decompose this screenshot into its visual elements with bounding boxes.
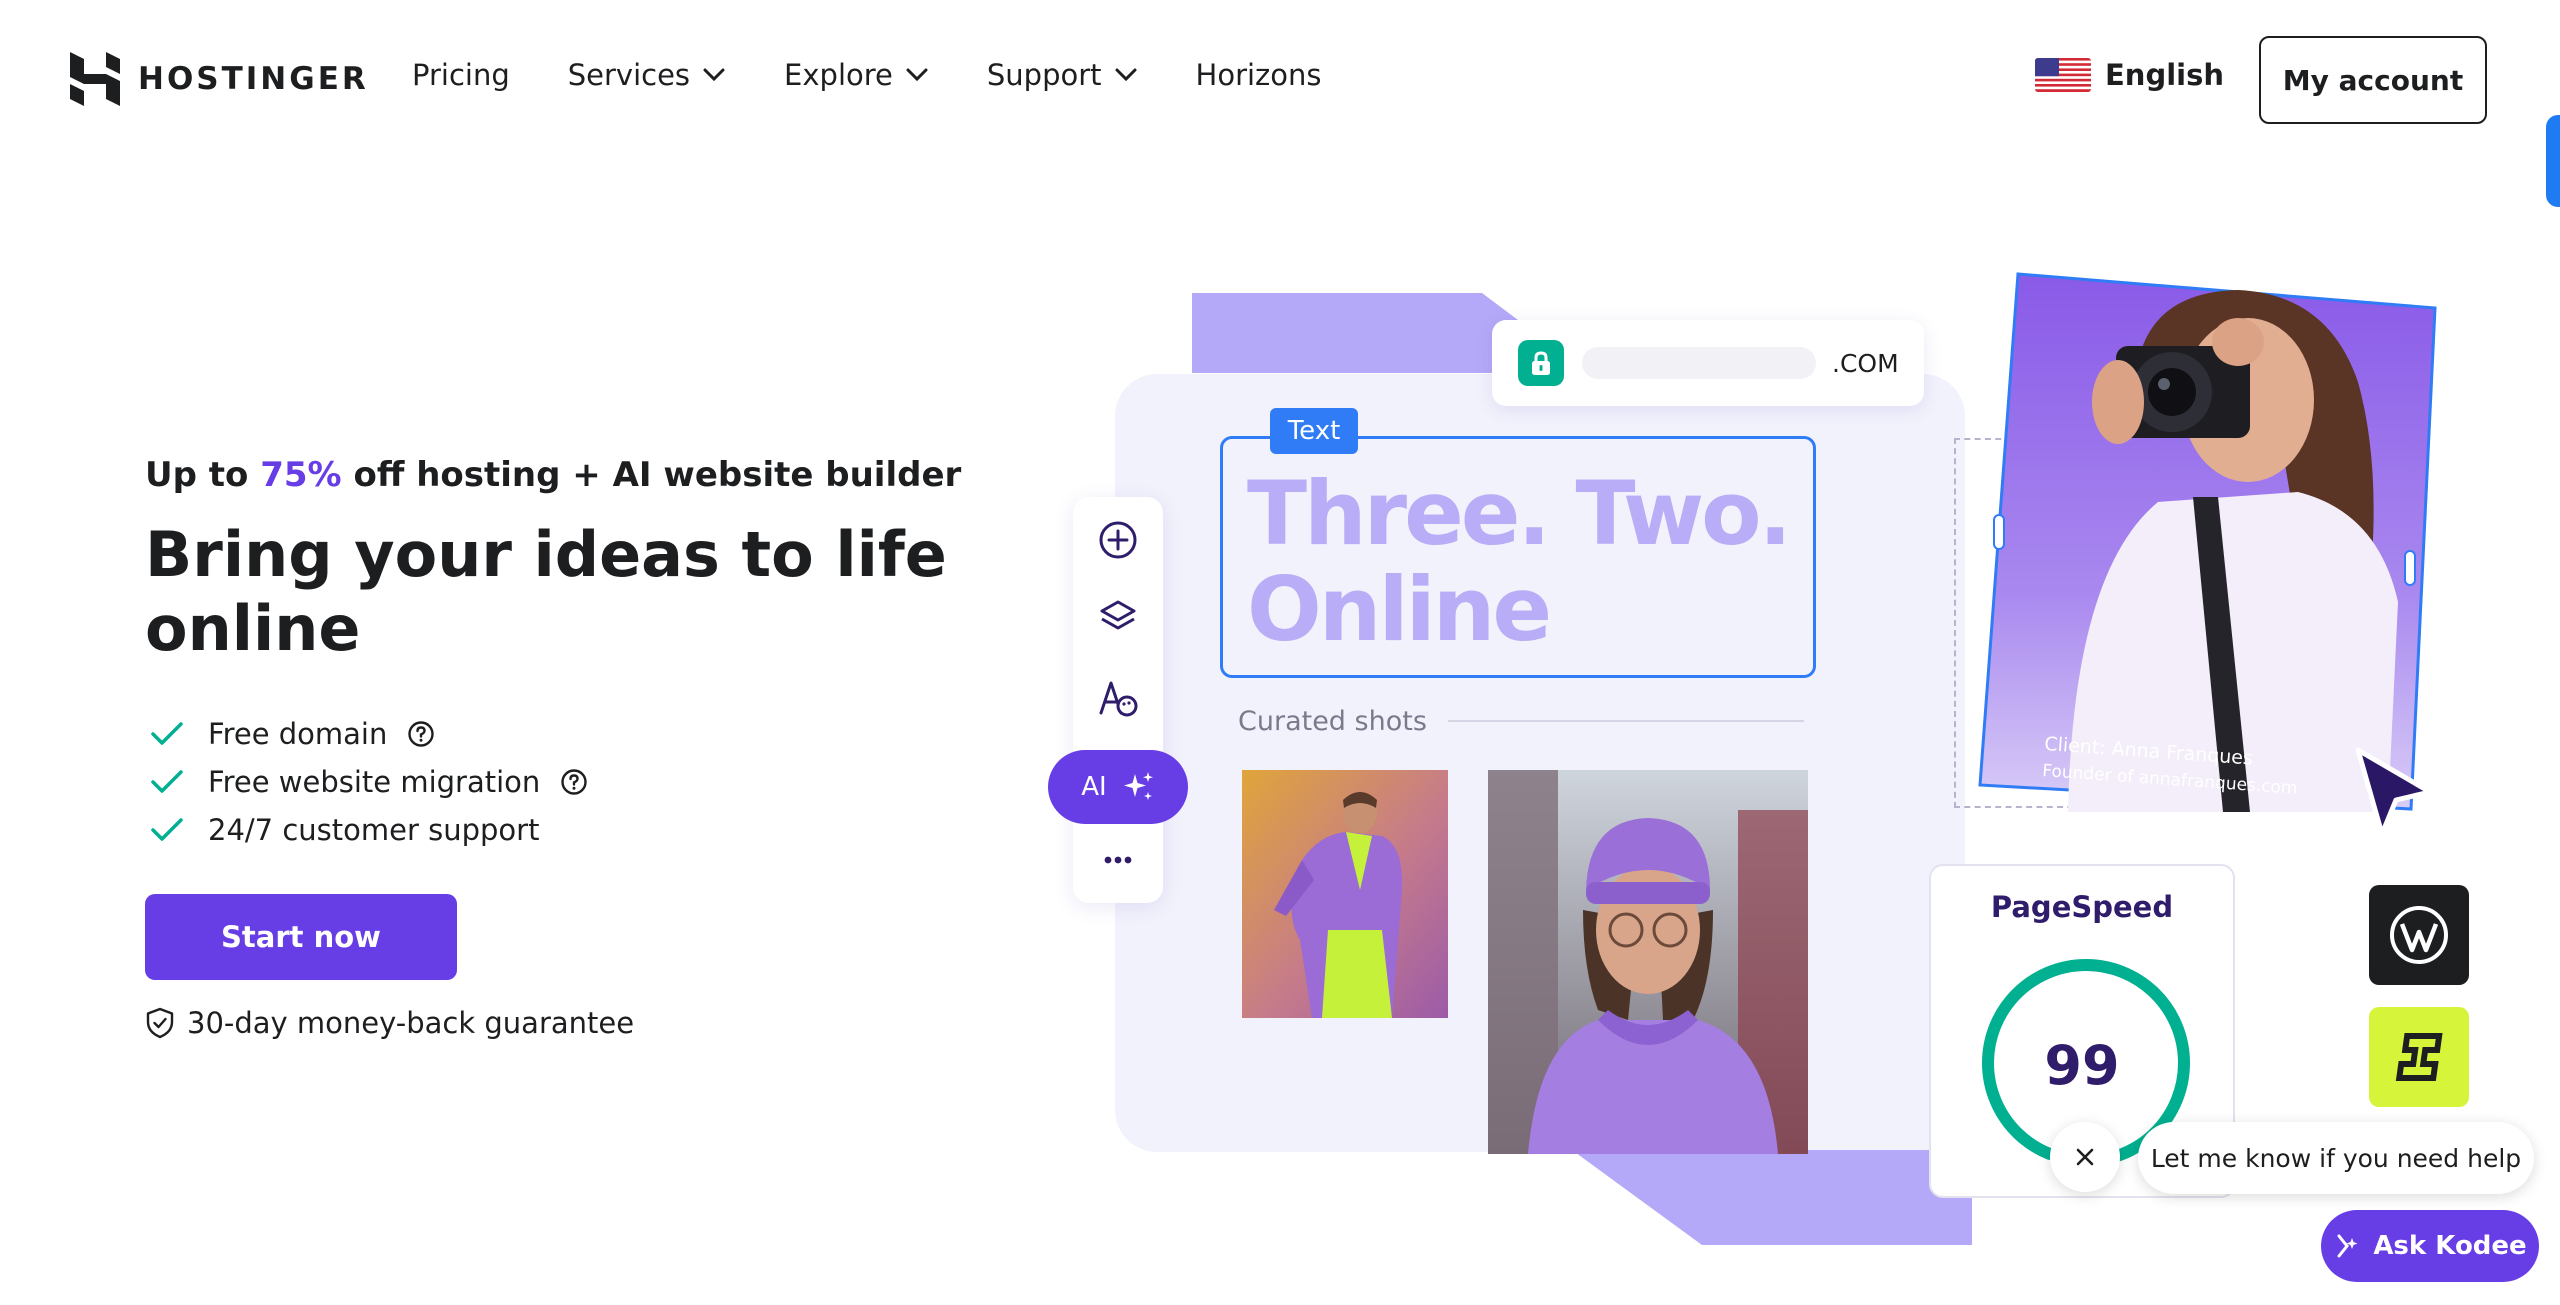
us-flag-icon (2035, 58, 2091, 92)
start-now-button[interactable]: Start now (145, 894, 457, 980)
nav-horizons[interactable]: Horizons (1196, 58, 1322, 92)
feature-item: Free website migration (150, 758, 588, 806)
nav-explore-label: Explore (784, 58, 893, 92)
close-chat-icon[interactable] (2050, 1122, 2120, 1192)
promo-suffix: off hosting + AI website builder (341, 455, 962, 495)
brand-name: HOSTINGER (138, 61, 369, 97)
site-header: HOSTINGER Pricing Services Explore Suppo… (0, 0, 2560, 160)
resize-handle[interactable] (2404, 550, 2416, 586)
font-palette-icon[interactable] (1097, 677, 1139, 719)
horizons-logo-icon (2369, 1007, 2469, 1107)
nav-horizons-label: Horizons (1195, 58, 1322, 92)
ask-kodee-label: Ask Kodee (2373, 1231, 2527, 1261)
divider (1448, 720, 1804, 722)
pagespeed-title: PageSpeed (1990, 890, 2174, 924)
nav-support-label: Support (986, 58, 1102, 92)
domain-url-bar: .COM (1492, 320, 1924, 406)
feature-label: Free domain (208, 717, 388, 751)
url-placeholder-field (1582, 347, 1816, 379)
headline-line-2: Online (1247, 558, 1552, 661)
promo-discount: 75% (260, 455, 342, 495)
hostinger-logo-icon (70, 52, 120, 106)
feature-item: Free domain (150, 710, 588, 758)
nav-support[interactable]: Support (987, 58, 1138, 92)
ai-label: AI (1081, 772, 1107, 802)
nav-services[interactable]: Services (568, 58, 726, 92)
help-circle-icon[interactable] (560, 768, 588, 796)
text-element-tag: Text (1270, 408, 1358, 454)
feature-label: 24/7 customer support (208, 813, 540, 847)
kodee-sparkle-icon (2337, 1234, 2358, 1258)
fashion-photo-2 (1488, 770, 1808, 1154)
language-label: English (2105, 58, 2225, 92)
wordpress-logo-icon (2369, 885, 2469, 985)
chat-message-bubble[interactable]: Let me know if you need help (2138, 1122, 2534, 1194)
client-photo-card: Client: Anna Franques Founder of annafra… (1978, 272, 2438, 812)
feature-label: Free website migration (208, 765, 541, 799)
chevron-down-icon (703, 68, 725, 82)
domain-tld: .COM (1832, 348, 1899, 378)
ai-button[interactable]: AI (1048, 750, 1188, 824)
lock-icon (1518, 340, 1564, 386)
nav-pricing-label: Pricing (412, 58, 510, 92)
promo-prefix: Up to (145, 455, 261, 495)
help-circle-icon[interactable] (407, 720, 435, 748)
curated-shots-label: Curated shots (1238, 706, 1427, 737)
main-nav: Pricing Services Explore Support Horizon… (412, 58, 1380, 92)
nav-pricing[interactable]: Pricing (412, 58, 510, 92)
check-icon (151, 770, 183, 793)
layers-icon[interactable] (1097, 597, 1139, 639)
headline-line-1: Three. Two. (1247, 462, 1792, 565)
nav-services-label: Services (567, 58, 691, 92)
shield-check-icon (146, 1007, 174, 1039)
nav-explore[interactable]: Explore (784, 58, 929, 92)
builder-toolbar (1073, 497, 1163, 903)
my-account-button[interactable]: My account (2259, 36, 2487, 124)
hostinger-logo[interactable]: HOSTINGER (70, 52, 369, 106)
chevron-down-icon (906, 68, 928, 82)
feature-item: 24/7 customer support (150, 806, 588, 854)
check-icon (151, 722, 183, 745)
feature-list: Free domain Free website migration 24/7 … (150, 710, 588, 854)
cursor-pointer-icon (2355, 747, 2433, 837)
pagespeed-score: 99 (2044, 1034, 2120, 1097)
plus-circle-icon[interactable] (1097, 519, 1139, 561)
guarantee-label: 30-day money-back guarantee (187, 1006, 635, 1040)
decorative-shape (1572, 1150, 1972, 1245)
promo-text: Up to 75% off hosting + AI website build… (145, 455, 961, 495)
more-options-icon[interactable] (1097, 839, 1139, 881)
fashion-photo-1 (1242, 770, 1448, 1018)
resize-handle[interactable] (1993, 514, 2005, 550)
decorative-shape (1192, 293, 1522, 373)
chevron-down-icon (1115, 68, 1137, 82)
check-icon (151, 818, 183, 841)
language-selector[interactable]: English (2035, 58, 2224, 92)
ask-kodee-button[interactable]: Ask Kodee (2321, 1210, 2539, 1282)
sparkles-icon (1123, 772, 1153, 800)
hero-title: Bring your ideas to life online (145, 518, 947, 665)
money-back-guarantee: 30-day money-back guarantee (145, 1006, 634, 1040)
side-feedback-tab[interactable] (2546, 115, 2560, 207)
